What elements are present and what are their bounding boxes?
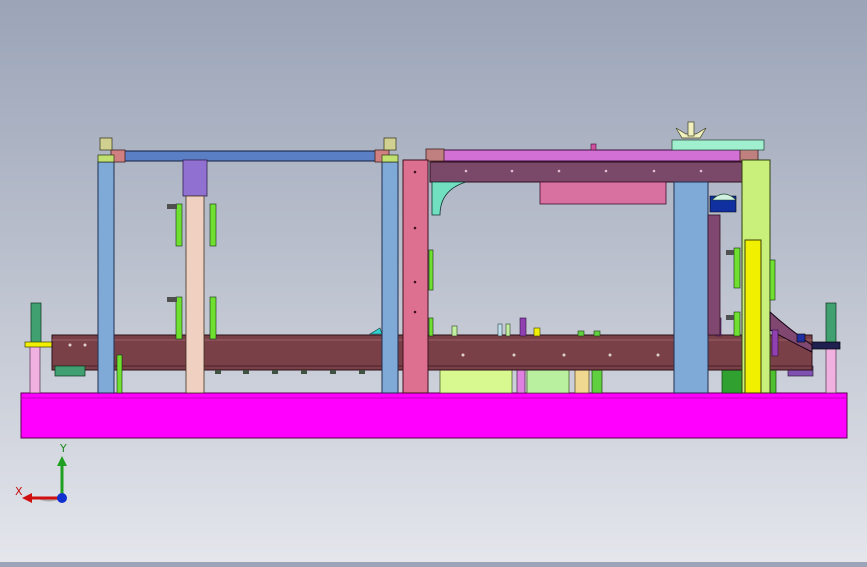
- left-lower-bracket: [54, 365, 86, 377]
- pink-plate: [539, 181, 667, 205]
- clamp-bar: [769, 259, 776, 301]
- corner-gusset: [431, 181, 467, 216]
- beam-bolts: [215, 370, 365, 374]
- top-bolt-left: [97, 137, 115, 163]
- collar: [739, 148, 759, 162]
- pin: [505, 323, 511, 337]
- clamp-knob: [726, 315, 734, 320]
- clamp-bar: [733, 311, 741, 337]
- support-block: [439, 369, 513, 394]
- column-left-1: [97, 161, 115, 394]
- clamp-knob: [167, 297, 177, 302]
- column-left-2: [381, 161, 399, 394]
- clamp-bar: [733, 247, 741, 289]
- clamp-bar: [209, 203, 217, 247]
- clamp-bar: [175, 203, 183, 247]
- support-block: [526, 369, 570, 394]
- support-block: [591, 369, 603, 394]
- pin: [519, 317, 527, 337]
- small-green-post: [116, 354, 123, 394]
- pin: [577, 330, 585, 337]
- end-bracket-right: [825, 302, 837, 344]
- y-axis-label: Y: [60, 442, 67, 455]
- support-block: [574, 369, 590, 394]
- end-post-left: [29, 344, 41, 394]
- hanging-post: [185, 195, 205, 394]
- column-right-dark: [707, 214, 721, 336]
- top-bar-blue: [113, 150, 387, 162]
- end-post-right: [825, 344, 837, 394]
- clamp-bar: [175, 296, 183, 340]
- x-axis-label: X: [15, 485, 23, 498]
- collar: [425, 148, 445, 162]
- pin: [497, 323, 503, 337]
- purple-cap: [182, 159, 208, 197]
- upper-beam: [429, 161, 743, 183]
- top-bolt-mid: [381, 137, 399, 163]
- end-bracket-left: [30, 302, 42, 344]
- column-yellow: [744, 239, 762, 394]
- coordinate-triad: Y X: [10, 440, 80, 510]
- top-bar-magenta: [431, 149, 753, 162]
- column-pink: [402, 159, 429, 394]
- top-plate-cyan: [671, 139, 765, 151]
- cyan-clip: [368, 327, 383, 335]
- column-right-blue: [673, 181, 709, 394]
- clamp-bar: [428, 317, 434, 337]
- support-block: [516, 369, 526, 394]
- pin: [533, 327, 541, 337]
- clamp-knob: [167, 204, 177, 209]
- clamp-bar: [209, 296, 217, 340]
- fixture-assembly-drawing: [20, 121, 848, 439]
- z-axis-dot: [57, 493, 67, 503]
- pin: [451, 325, 458, 337]
- clamp-bar: [428, 249, 434, 291]
- support-block: [721, 369, 745, 394]
- clamp-knob: [726, 250, 734, 255]
- pin: [593, 330, 601, 337]
- cad-model-viewport[interactable]: Y X: [0, 0, 867, 562]
- base-plate: [20, 392, 848, 439]
